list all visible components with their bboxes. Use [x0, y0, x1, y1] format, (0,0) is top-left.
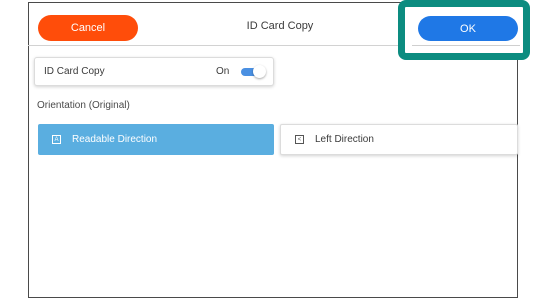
- id-card-copy-switch[interactable]: [241, 65, 266, 79]
- document-rotated-left-icon: <: [295, 135, 304, 144]
- switch-knob: [253, 65, 266, 78]
- option-label: Readable Direction: [72, 134, 158, 145]
- orientation-section-label: Orientation (Original): [37, 100, 130, 111]
- cancel-button[interactable]: Cancel: [38, 15, 138, 41]
- document-upright-icon: A: [52, 135, 61, 144]
- screen-title: ID Card Copy: [246, 20, 314, 32]
- ok-underline: [412, 45, 520, 46]
- id-card-copy-label: ID Card Copy: [44, 66, 105, 77]
- orientation-option-readable-direction[interactable]: A Readable Direction: [38, 124, 274, 155]
- orientation-option-left-direction[interactable]: < Left Direction: [280, 124, 518, 155]
- toggle-state-label: On: [216, 66, 230, 77]
- option-label: Left Direction: [315, 134, 374, 145]
- id-card-copy-toggle-card[interactable]: ID Card Copy On: [34, 57, 274, 86]
- ok-button[interactable]: OK: [418, 16, 518, 41]
